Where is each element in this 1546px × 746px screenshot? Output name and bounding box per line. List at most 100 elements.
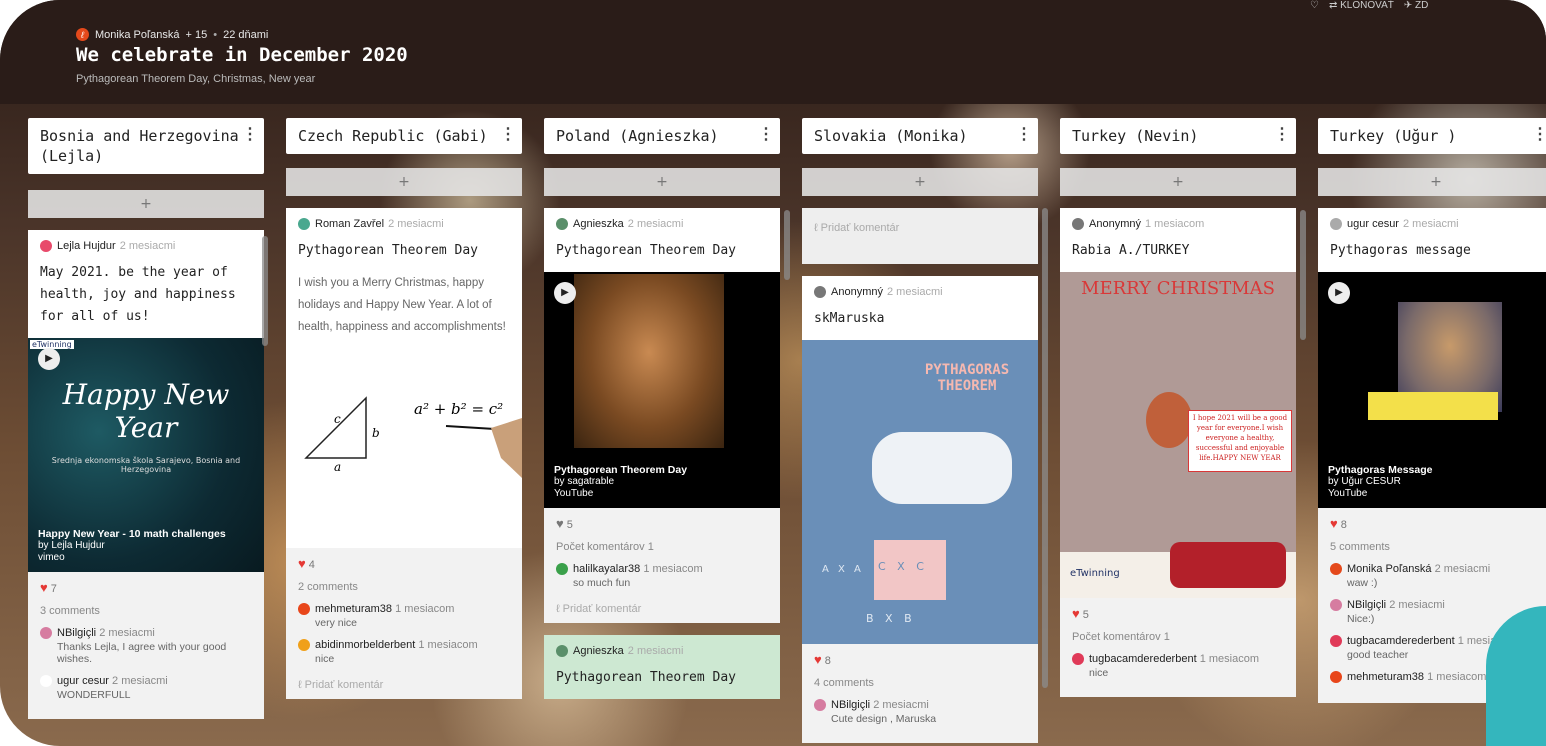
comment-author: NBilgiçli [1347, 599, 1387, 611]
post-title: skMaruska [814, 311, 885, 326]
post-card[interactable]: Agnieszka 2 mesiacmi Pythagorean Theorem … [544, 635, 780, 699]
padlet-logo-icon: ℓ [76, 28, 89, 41]
scrollbar[interactable] [1042, 208, 1048, 688]
comment-author: halilkayalar38 [573, 563, 641, 575]
side-b-label: b [372, 426, 380, 440]
post-title: Pythagorean Theorem Day [556, 670, 737, 685]
column-title[interactable]: Bosnia and Herzegovina (Lejla) ⋮ [28, 118, 264, 174]
play-icon[interactable]: ▶ [554, 282, 576, 304]
comment-author: NBilgiçli [831, 699, 871, 711]
more-options-icon[interactable]: ⋮ [1532, 124, 1546, 144]
avatar [814, 286, 826, 298]
board-subtitle: Pythagorean Theorem Day, Christmas, New … [76, 73, 316, 85]
avatar [298, 603, 310, 615]
column-title[interactable]: Slovakia (Monika) ⋮ [802, 118, 1038, 154]
add-comment-link[interactable]: ℓ Pridať komentár [556, 603, 768, 615]
add-post-button[interactable]: + [286, 168, 522, 196]
comment-count: 2 comments [298, 581, 358, 593]
comment-count: 3 comments [40, 605, 100, 617]
post-time: 1 mesiacom [1144, 218, 1205, 230]
add-post-button[interactable]: + [1060, 168, 1296, 196]
comment-author: ugur cesur [57, 675, 109, 687]
more-options-icon[interactable]: ⋮ [500, 124, 516, 144]
comment-author: NBilgiçli [57, 627, 97, 639]
contributors-count[interactable]: + 15 [186, 29, 208, 41]
scrollbar[interactable] [784, 210, 790, 280]
comment-time: 1 mesiacom [418, 639, 478, 651]
post-author: Anonymný [831, 286, 883, 298]
avatar [40, 675, 52, 687]
add-post-button[interactable]: + [28, 190, 264, 218]
post-meta: Lejla Hujdur 2 mesiacmi [28, 230, 264, 252]
comment-text: waw :) [1347, 577, 1378, 589]
heart-icon[interactable]: ♡ [1310, 0, 1319, 11]
comment-author: tugbacamderederbent [1347, 635, 1455, 647]
image-attachment[interactable]: c b a a² + b² = c² [286, 348, 522, 548]
heart-icon[interactable]: ♥ [298, 556, 306, 571]
post-card[interactable]: Anonymný 1 mesiacom Rabia A./TURKEY MERRY… [1060, 208, 1296, 697]
side-a-label: a [334, 460, 342, 474]
media-source: YouTube [554, 488, 594, 499]
avatar [1072, 218, 1084, 230]
media-title: Happy New Year - 10 math challenges [38, 528, 226, 540]
column-slovakia: Slovakia (Monika) ⋮ + ℓ Pridať komentár A… [802, 118, 1048, 743]
more-options-icon[interactable]: ⋮ [242, 124, 258, 144]
post-title: Pythagorean Theorem Day [298, 243, 479, 258]
board-author-line: ℓ Monika Poľanská + 15 • 22 dňami [76, 28, 268, 41]
add-comment-link[interactable]: ℓ Pridať komentár [802, 208, 1038, 234]
add-comment-link[interactable]: ℓ Pridať komentár [298, 679, 510, 691]
column-title[interactable]: Czech Republic (Gabi) ⋮ [286, 118, 522, 154]
post-card[interactable]: Anonymný 2 mesiacmi skMaruska PYTHAGORAS … [802, 276, 1038, 743]
avatar [1330, 218, 1342, 230]
post-meta: Roman Zavřel 2 mesiacmi [286, 208, 522, 230]
scrollbar[interactable] [262, 236, 268, 346]
heart-icon[interactable]: ♥ [556, 516, 564, 531]
board-author[interactable]: Monika Poľanská [95, 29, 180, 41]
avatar [1330, 635, 1342, 647]
post-footer: ♥ 7 3 comments NBilgiçli 2 mesiacmi Thank… [28, 572, 264, 719]
post-time: 2 mesiacmi [627, 218, 684, 230]
post-card[interactable]: Roman Zavřel 2 mesiacmi Pythagorean Theor… [286, 208, 522, 699]
scrollbar[interactable] [1300, 210, 1306, 340]
image-attachment[interactable]: PYTHAGORAS THEOREM C X C A X A B X B [802, 340, 1038, 644]
add-post-button[interactable]: + [1318, 168, 1546, 196]
comment-count: 5 comments [1330, 541, 1390, 553]
comment-text: WONDERFULL [57, 689, 131, 701]
heart-icon[interactable]: ♥ [40, 580, 48, 595]
heart-icon[interactable]: ♥ [1330, 516, 1338, 531]
post-card[interactable]: Agnieszka 2 mesiacmi Pythagorean Theorem … [544, 208, 780, 623]
heart-icon[interactable]: ♥ [814, 652, 822, 667]
add-post-button[interactable]: + [802, 168, 1038, 196]
more-options-icon[interactable]: ⋮ [758, 124, 774, 144]
column-title[interactable]: Poland (Agnieszka) ⋮ [544, 118, 780, 154]
banner-image [1368, 392, 1498, 420]
column-title[interactable]: Turkey (Nevin) ⋮ [1060, 118, 1296, 154]
video-attachment[interactable]: ▶ Pythagoras Message by Uğur CESUR YouTube [1318, 272, 1546, 508]
play-icon[interactable]: ▶ [1328, 282, 1350, 304]
image-attachment[interactable]: MERRY CHRISTMAS I hope 2021 will be a go… [1060, 272, 1296, 598]
comment-time: 2 mesiacmi [99, 627, 155, 639]
column-title-text: Bosnia and Herzegovina (Lejla) [40, 127, 239, 165]
comment-text: very nice [315, 617, 358, 629]
post-author: Lejla Hujdur [57, 240, 116, 252]
clone-button[interactable]: ⇄ KLONOVAŤ [1329, 0, 1394, 11]
play-icon[interactable]: ▶ [38, 348, 60, 370]
column-title-text: Turkey (Nevin) [1072, 127, 1199, 145]
board-age: 22 dňami [223, 28, 269, 41]
column-title-text: Slovakia (Monika) [814, 127, 968, 145]
more-options-icon[interactable]: ⋮ [1016, 124, 1032, 144]
column-title[interactable]: Turkey (Uğur ) ⋮ [1318, 118, 1546, 154]
video-attachment[interactable]: ▶ Pythagorean Theorem Day by sagatrable Yo… [544, 272, 780, 508]
add-post-button[interactable]: + [544, 168, 780, 196]
video-attachment[interactable]: eTwinning ▶ Happy New Year Srednja ekono… [28, 338, 264, 572]
post-card[interactable]: Lejla Hujdur 2 mesiacmi May 2021. be the … [28, 230, 264, 719]
reindeer-icon [1146, 392, 1192, 448]
share-button[interactable]: ✈ ZD [1404, 0, 1429, 11]
square-axa-label: A X A [822, 564, 864, 575]
media-title: Pythagorean Theorem Day [554, 464, 688, 476]
more-options-icon[interactable]: ⋮ [1274, 124, 1290, 144]
media-caption: Pythagorean Theorem Day by sagatrable YouT… [554, 464, 687, 500]
heart-icon[interactable]: ♥ [1072, 606, 1080, 621]
post-card[interactable]: ℓ Pridať komentár [802, 208, 1038, 264]
post-title: Rabia A./TURKEY [1072, 243, 1190, 258]
